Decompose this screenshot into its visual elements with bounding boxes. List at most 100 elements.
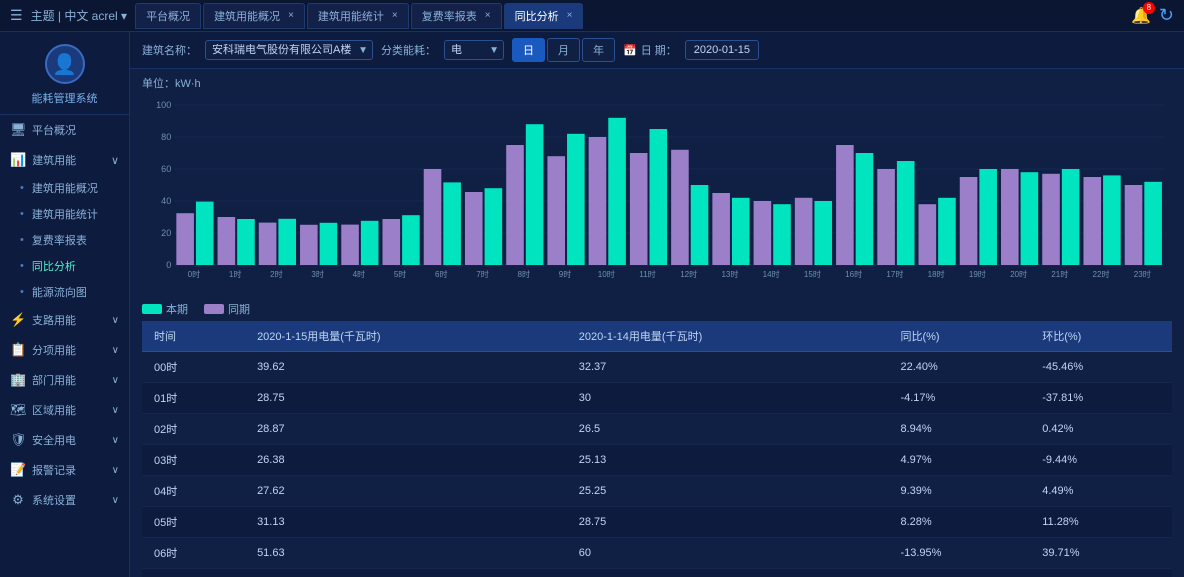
platform-icon: 🖥 [10,122,26,138]
table-cell: 0.42% [1030,414,1172,445]
svg-text:13时: 13时 [721,269,738,279]
table-cell: 07时 [142,569,245,577]
table-cell: 26.5 [567,414,889,445]
safety-chevron: ∨ [112,435,119,446]
category-select[interactable]: 电 [444,40,504,60]
svg-text:12时: 12时 [680,269,697,279]
notification-icon[interactable]: 🔔 8 [1131,6,1151,26]
svg-text:8时: 8时 [518,269,531,279]
nav-left: ☰ 主题 | 中文 acrel ▾ [10,7,127,24]
sidebar-label-dept: 部门用能 [32,372,76,388]
table-cell: 60 [567,538,889,569]
sidebar-sub-item-yoy[interactable]: 同比分析 [10,253,129,279]
branch-chevron: ∨ [112,315,119,326]
tab-item-同比分析[interactable]: 同比分析× [504,3,584,29]
btn-day[interactable]: 日 [512,38,545,62]
tab-item-建筑用能概况[interactable]: 建筑用能概况× [203,3,305,29]
dept-icon: 🏢 [10,372,26,388]
table-cell: 11.28% [1030,507,1172,538]
sidebar-item-alarm[interactable]: 📝 报警记录 ∨ [0,455,129,485]
sidebar-label-platform: 平台概况 [32,122,76,138]
sidebar-item-platform[interactable]: 🖥 平台概况 [0,115,129,145]
table-cell: 8.28% [888,507,1030,538]
table-cell: -4.17% [888,383,1030,414]
svg-text:2时: 2时 [270,269,283,279]
table-cell: 28.75 [567,507,889,538]
table-body: 00时39.6232.3722.40%-45.46%01时28.7530-4.1… [142,352,1172,577]
legend-prev: 同期 [204,301,250,317]
svg-text:14时: 14时 [763,269,780,279]
sub-chevron: ∨ [112,345,119,356]
date-value[interactable]: 2020-01-15 [685,40,759,60]
svg-text:18时: 18时 [928,269,945,279]
table-row: 04时27.6225.259.39%4.49% [142,476,1172,507]
table-cell: -9.44% [1030,445,1172,476]
sidebar-item-safety[interactable]: 🛡 安全用电 ∨ [0,425,129,455]
table-header-cell: 时间 [142,321,245,352]
table-cell: -13.95% [888,538,1030,569]
refresh-icon[interactable]: ↻ [1159,5,1174,26]
alarm-chevron: ∨ [112,465,119,476]
table-cell: 39.71% [1030,538,1172,569]
sidebar-sub-building: 建筑用能概况 建筑用能统计 复费率报表 同比分析 能源流向图 [0,175,129,305]
sidebar-group-building-header[interactable]: 📊 建筑用能 ∨ [0,145,129,175]
tab-item-复费率报表[interactable]: 复费率报表× [411,3,502,29]
tab-close-icon[interactable]: × [485,10,491,21]
tab-close-icon[interactable]: × [392,10,398,21]
sidebar-item-branch[interactable]: ⚡ 支路用能 ∨ [0,305,129,335]
sidebar-item-region[interactable]: 🗺 区域用能 ∨ [0,395,129,425]
tab-close-icon[interactable]: × [567,10,573,21]
sidebar-sub-item-stats[interactable]: 建筑用能统计 [10,201,129,227]
table-header-row: 时间2020-1-15用电量(千瓦时)2020-1-14用电量(千瓦时)同比(%… [142,321,1172,352]
sidebar-label-branch: 支路用能 [32,312,76,328]
table-area: 时间2020-1-15用电量(千瓦时)2020-1-14用电量(千瓦时)同比(%… [130,321,1184,577]
sidebar-group-building: 📊 建筑用能 ∨ 建筑用能概况 建筑用能统计 复费率报表 同比分析 能源流向图 [0,145,129,305]
brand-label: 主题 | 中文 acrel ▾ [31,7,128,24]
building-select[interactable]: 安科瑞电气股份有限公司A楼 [205,40,373,60]
tab-close-icon[interactable]: × [288,10,294,21]
table-cell: -37.81% [1030,383,1172,414]
sidebar-item-dept[interactable]: 🏢 部门用能 ∨ [0,365,129,395]
svg-text:11时: 11时 [639,269,655,279]
dept-chevron: ∨ [112,375,119,386]
sidebar-sub-item-tariff[interactable]: 复费率报表 [10,227,129,253]
svg-text:3时: 3时 [311,269,324,279]
table-cell: 31.13 [245,507,567,538]
sidebar-sub-item-flow[interactable]: 能源流向图 [10,279,129,305]
avatar: 👤 [45,44,85,84]
sidebar-item-sub[interactable]: 📋 分项用能 ∨ [0,335,129,365]
sidebar-menu: 🖥 平台概况 📊 建筑用能 ∨ 建筑用能概况 建筑用能统计 复费率报表 同比分析… [0,115,129,577]
btn-month[interactable]: 月 [547,38,580,62]
table-cell: 30 [567,383,889,414]
building-filter-label: 建筑名称： [142,42,197,58]
svg-text:0时: 0时 [188,269,201,279]
sidebar-sub-item-overview[interactable]: 建筑用能概况 [10,175,129,201]
table-cell: 28.87 [245,414,567,445]
table-cell: 48 [245,569,567,577]
btn-year[interactable]: 年 [582,38,615,62]
sidebar-label-sub: 分项用能 [32,342,76,358]
legend-prev-label: 同期 [228,301,250,317]
table-cell: 51.63 [245,538,567,569]
tab-item-平台概况[interactable]: 平台概况 [135,3,201,29]
data-table: 时间2020-1-15用电量(千瓦时)2020-1-14用电量(千瓦时)同比(%… [142,321,1172,577]
building-icon: 📊 [10,152,26,168]
region-icon: 🗺 [10,402,26,418]
svg-text:7时: 7时 [476,269,489,279]
sidebar-label-building: 建筑用能 [32,152,76,168]
settings-chevron: ∨ [112,495,119,506]
svg-text:17时: 17时 [886,269,903,279]
table-cell: 06时 [142,538,245,569]
legend-current-color [142,304,162,314]
svg-text:100: 100 [156,100,171,110]
svg-text:0: 0 [166,260,171,270]
tab-item-建筑用能统计[interactable]: 建筑用能统计× [307,3,409,29]
chart-unit-label: 单位：kW·h [142,75,1172,91]
hamburger-icon[interactable]: ☰ [10,7,23,24]
table-head: 时间2020-1-15用电量(千瓦时)2020-1-14用电量(千瓦时)同比(%… [142,321,1172,352]
sidebar-item-settings[interactable]: ⚙ 系统设置 ∨ [0,485,129,515]
chart-container: 0204060801000时1时2时3时4时5时6时7时8时9时10时11时12… [142,95,1172,295]
table-cell: 25.13 [567,445,889,476]
table-cell: 28.75 [245,383,567,414]
table-cell: 32.37 [567,352,889,383]
